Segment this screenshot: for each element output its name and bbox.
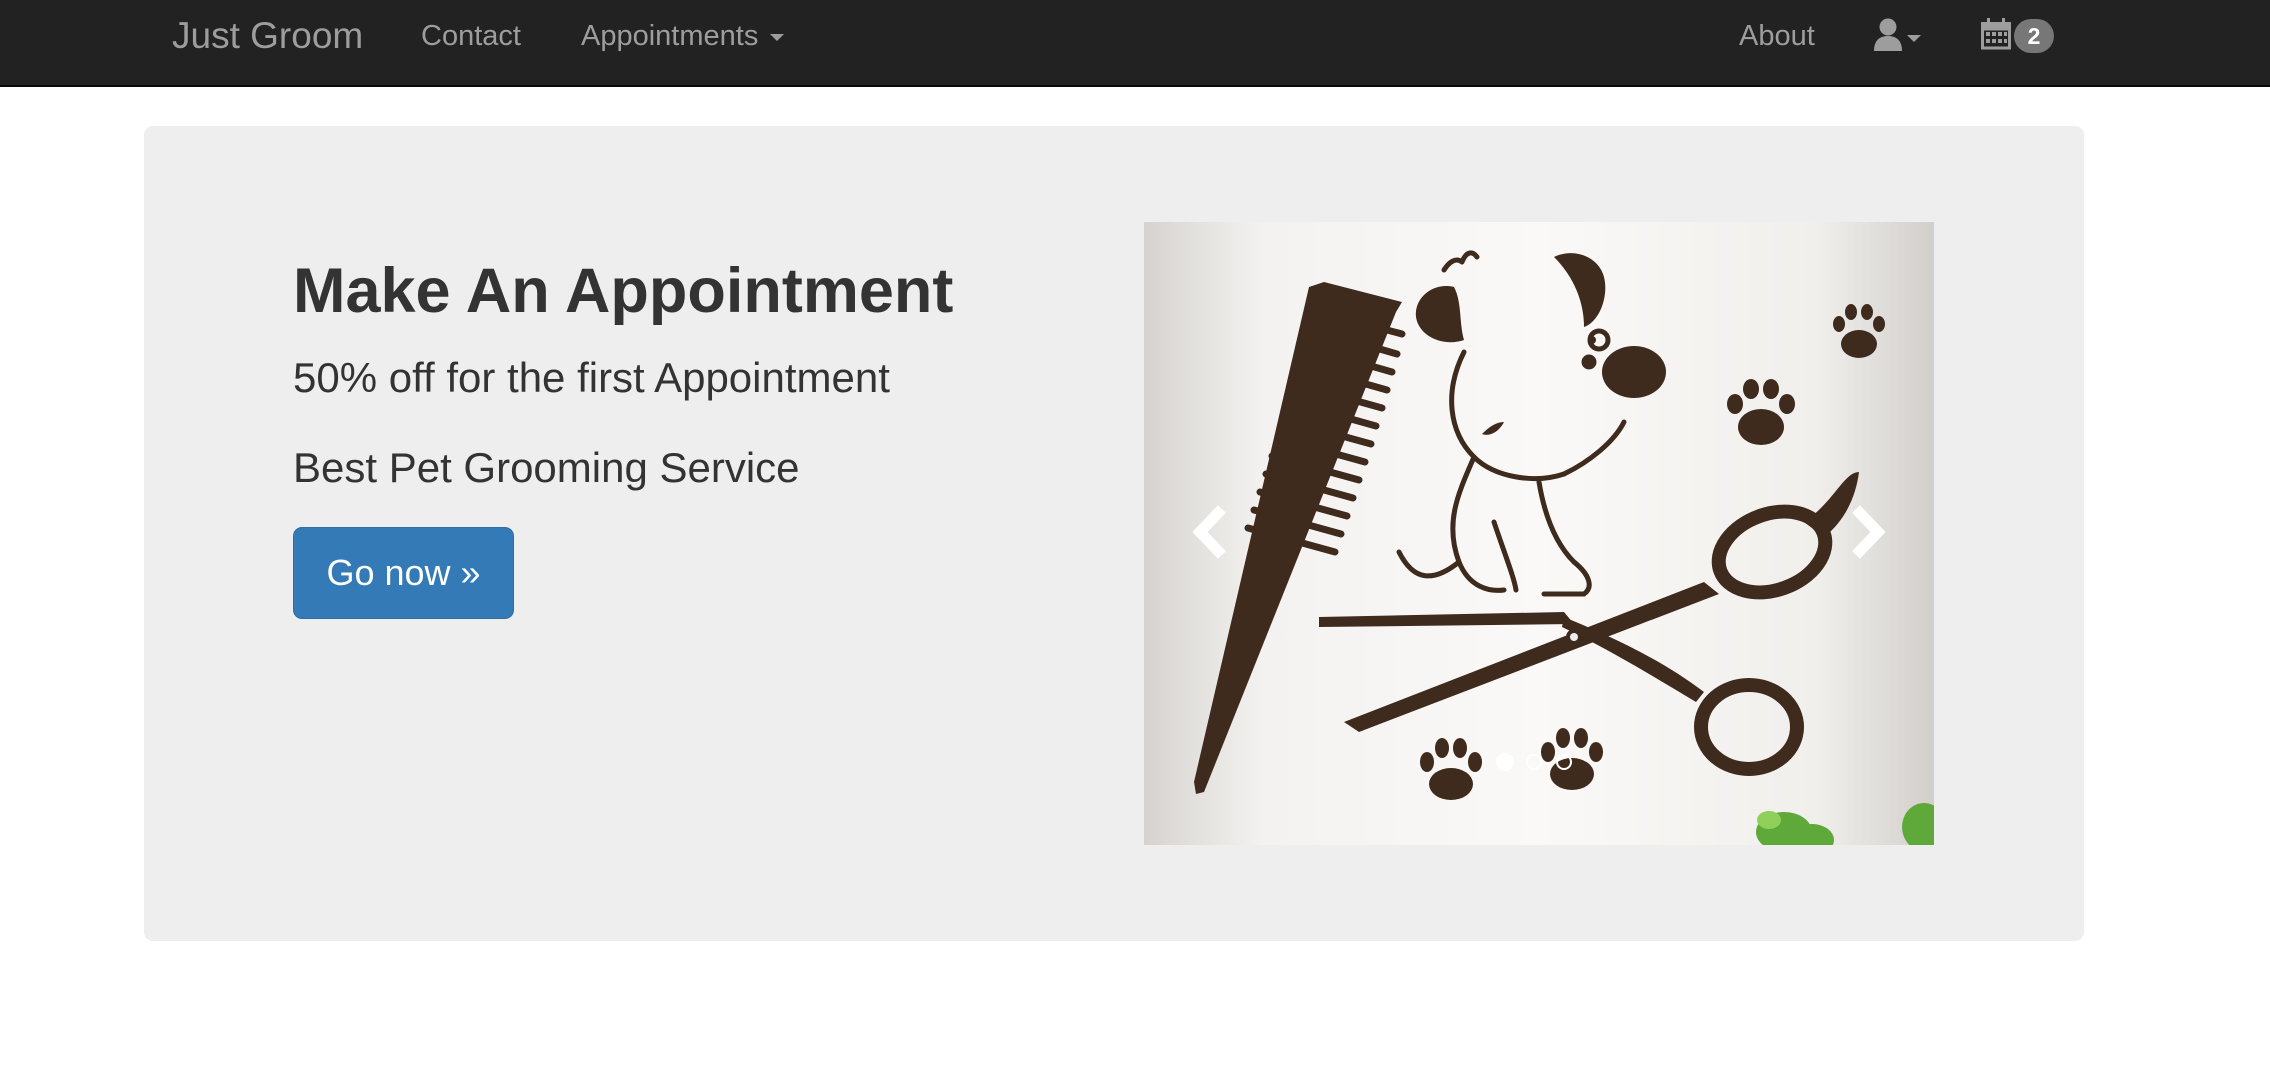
carousel-indicator-2[interactable] [1526,754,1542,770]
hero-tagline: Best Pet Grooming Service [293,444,800,491]
calendar-button[interactable] [1981,18,2011,55]
hero-subtitle: 50% off for the first Appointment [293,354,890,401]
calendar-icon [1981,18,2011,50]
caret-down-icon [770,33,785,41]
hero-title: Make An Appointment [293,256,954,326]
carousel-slide-image [1144,222,1934,845]
carousel-indicator-1[interactable] [1496,753,1514,771]
nav-appointments-label: Appointments [581,20,759,52]
go-now-button[interactable]: Go now » [293,527,514,619]
carousel-prev-button[interactable] [1184,497,1244,567]
image-carousel [1144,222,1934,845]
user-menu-dropdown[interactable] [1873,18,1921,54]
calendar-badge: 2 [2014,19,2054,53]
nav-about[interactable]: About [1739,0,1815,72]
carousel-next-button[interactable] [1834,497,1894,567]
nav-contact[interactable]: Contact [421,0,521,72]
nav-appointments-dropdown[interactable]: Appointments [581,0,785,72]
user-icon [1874,18,1902,51]
navbar: Just Groom Contact Appointments About 2 [0,0,2270,87]
brand-link[interactable]: Just Groom [172,0,363,72]
chevron-right-icon [1852,505,1886,559]
chevron-left-icon [1192,505,1226,559]
carousel-indicator-3[interactable] [1556,754,1572,770]
caret-down-icon [1907,35,1921,42]
